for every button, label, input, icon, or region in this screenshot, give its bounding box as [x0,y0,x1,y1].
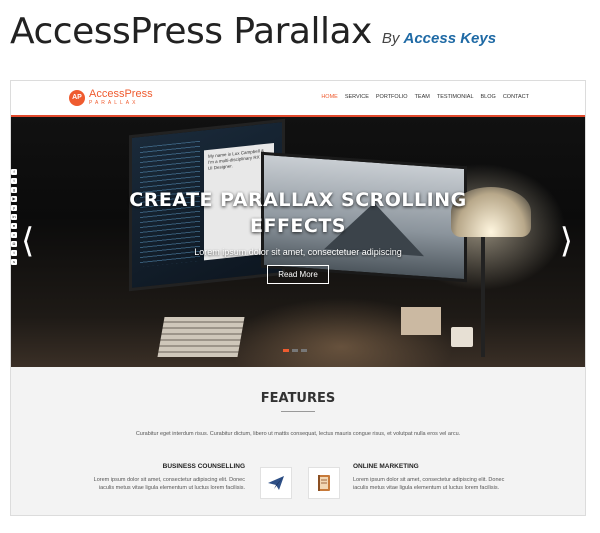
notebook-icon [318,475,330,491]
nav-item-team[interactable]: TEAM [415,94,430,100]
read-more-button[interactable]: Read More [267,265,329,284]
feature-text-line: Lorem ipsum dolor sit amet, consectetur … [353,477,505,483]
feature-text-line: iaculis metus vitae ligula elementum ut … [353,485,500,492]
hero-caption: CREATE PARALLAX SCROLLING EFFECTS Lorem … [11,187,585,284]
site-logo[interactable]: AP AccessPress PARALLAX [69,89,153,106]
feature-text-line: Lorem ipsum dolor sit amet, consectetur … [93,477,245,483]
features-title: FEATURES [260,391,336,406]
slide-dot-2[interactable] [292,349,298,352]
site-header: AP AccessPress PARALLAX HOME SERVICE POR… [11,81,585,117]
hero-title-line2: EFFECTS [249,215,346,237]
logo-subtitle: PARALLAX [89,100,139,106]
slider-pager [283,349,307,352]
feature-heading: ONLINE MARKETING [353,463,419,470]
feature-text-line: iaculis metus vitae ligula elementum ut … [98,485,245,492]
paper-plane-icon [260,467,292,499]
theme-title: AccessPress Parallax [10,11,372,52]
nav-item-portfolio[interactable]: PORTFOLIO [376,94,408,100]
theme-preview: AP AccessPress PARALLAX HOME SERVICE POR… [10,80,586,516]
facebook-icon[interactable]: f [11,169,17,175]
nav-item-testimonial[interactable]: TESTIMONIAL [437,94,474,100]
author-link[interactable]: Access Keys [404,30,497,47]
paper-plane-icon [268,476,284,490]
features-description: Curabitur eget interdum risus. Curabitur… [135,431,461,437]
slide-dot-1[interactable] [283,349,289,352]
logo-badge: AP [69,89,85,106]
desk-cup [451,327,473,347]
page-heading: AccessPress Parallax By Access Keys [10,10,496,54]
hero-title-line1: CREATE PARALLAX SCROLLING [129,189,467,211]
feature-business-counselling: BUSINESS COUNSELLING Lorem ipsum dolor s… [73,463,245,493]
main-nav: HOME SERVICE PORTFOLIO TEAM TESTIMONIAL … [321,94,529,100]
screen-text: My name is Lux Campbell & I'm a multi-di… [208,148,265,171]
nav-item-home[interactable]: HOME [321,94,338,100]
feature-text: Lorem ipsum dolor sit amet, consectetur … [73,476,245,493]
nav-item-blog[interactable]: BLOG [481,94,496,100]
by-author: By Access Keys [382,30,496,47]
logo-name: AccessPress [89,88,153,100]
feature-text: Lorem ipsum dolor sit amet, consectetur … [353,476,543,493]
notebook-icon [308,467,340,499]
by-label: By [381,30,400,47]
feature-online-marketing: ONLINE MARKETING Lorem ipsum dolor sit a… [353,463,543,493]
hero-slider: My name is Lux Campbell & I'm a multi-di… [11,117,585,367]
chevron-right-icon[interactable]: ⟩ [560,221,573,261]
logo-text: AccessPress PARALLAX [89,89,153,106]
feature-heading: BUSINESS COUNSELLING [162,463,245,470]
twitter-icon[interactable]: t [11,178,17,184]
hero-subtitle: Lorem ipsum dolor sit amet, consectetuer… [194,247,402,257]
slide-dot-3[interactable] [301,349,307,352]
desk-box [401,307,441,335]
title-divider [281,411,315,412]
chevron-left-icon[interactable]: ⟨ [21,221,34,261]
book-stack [157,317,245,357]
hero-title: CREATE PARALLAX SCROLLING EFFECTS [11,187,585,239]
features-section: FEATURES Curabitur eget interdum risus. … [11,367,585,515]
nav-item-contact[interactable]: CONTACT [503,94,529,100]
nav-item-service[interactable]: SERVICE [345,94,369,100]
